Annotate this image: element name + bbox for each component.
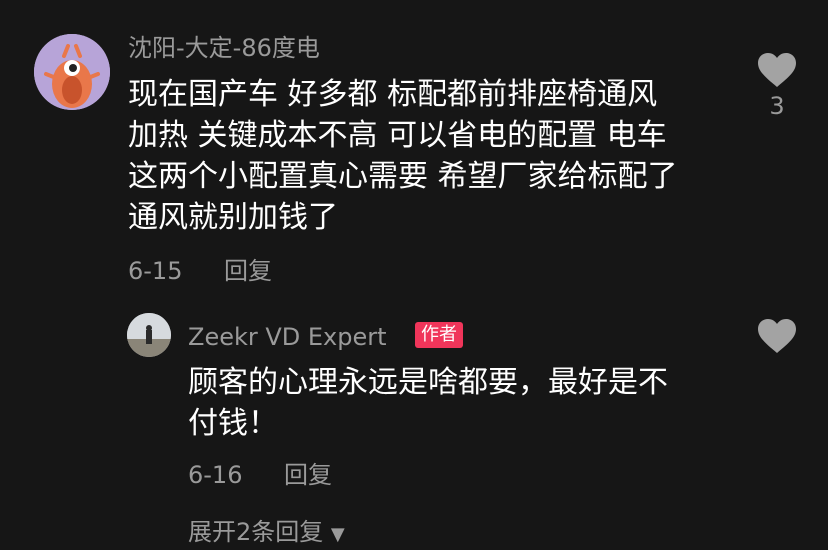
comment-text-line: 加热 关键成本不高 可以省电的配置 电车: [128, 118, 667, 153]
shrimp-avatar-icon: [34, 34, 110, 110]
comment-body: 现在国产车 好多都 标配都前排座椅通风 加热 关键成本不高 可以省电的配置 电车…: [128, 74, 678, 238]
reply-text-line: 付钱！: [188, 406, 278, 441]
heart-icon: [758, 319, 796, 353]
reply-date: 6-16: [188, 461, 243, 489]
reply-text-line: 顾客的心理永远是啥都要，最好是不: [188, 365, 668, 400]
avatar[interactable]: [34, 34, 110, 110]
heart-icon: [758, 53, 796, 87]
reply-button[interactable]: 回复: [224, 256, 272, 286]
reply-like-button[interactable]: [757, 318, 797, 358]
author-badge: 作者: [415, 322, 463, 348]
reply-username[interactable]: Zeekr VD Expert: [188, 322, 387, 352]
expand-replies-button[interactable]: 展开2条回复 ▼: [188, 517, 345, 550]
person-photo-avatar-icon: [127, 313, 171, 357]
comment-username[interactable]: 沈阳-大定-86度电: [128, 33, 320, 63]
comment-text-line: 通风就别加钱了: [128, 200, 338, 235]
comment-text-line: 现在国产车 好多都 标配都前排座椅通风: [128, 77, 658, 112]
comment-date: 6-15: [128, 257, 183, 285]
like-count: 3: [769, 92, 785, 120]
comment-text-line: 这两个小配置真心需要 希望厂家给标配了: [128, 159, 678, 194]
reply-reply-button[interactable]: 回复: [284, 460, 332, 490]
reply-body: 顾客的心理永远是啥都要，最好是不 付钱！: [188, 362, 668, 444]
reply-avatar[interactable]: [127, 313, 171, 357]
expand-replies-label: 展开2条回复: [188, 518, 324, 546]
like-button[interactable]: 3: [757, 52, 797, 120]
